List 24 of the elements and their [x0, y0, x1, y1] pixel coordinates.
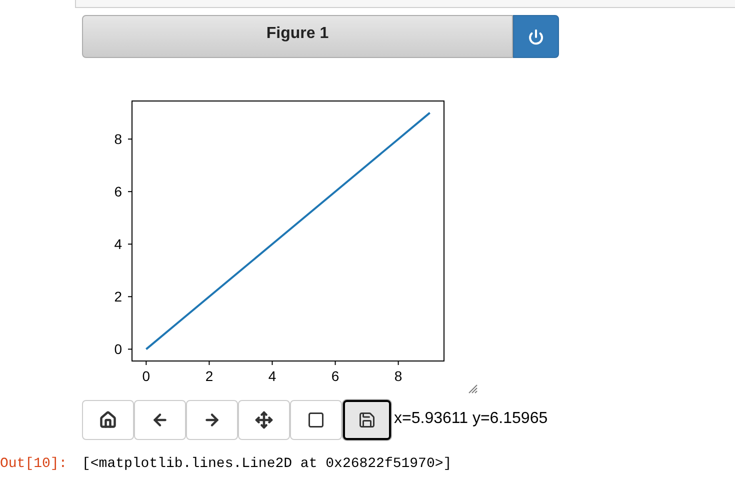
figure-title: Figure 1: [266, 24, 329, 44]
back-icon: [151, 411, 169, 429]
output-prompt: Out[10]:: [0, 455, 68, 474]
forward-icon: [203, 411, 221, 429]
x-tick-label: 0: [142, 368, 150, 384]
cursor-coordinates: x=5.93611 y=6.15965: [394, 409, 548, 429]
save-icon: [358, 411, 376, 429]
square-icon: [307, 411, 325, 429]
y-tick-label: 8: [114, 131, 122, 148]
output-text: [<matplotlib.lines.Line2D at 0x26822f51970>]: [82, 455, 452, 474]
x-tick-label: 4: [268, 368, 276, 384]
power-icon: [528, 28, 544, 44]
x-tick-label: 6: [331, 368, 340, 384]
x-tick-label: 2: [205, 368, 214, 384]
move-icon: [255, 411, 273, 429]
y-tick-label: 2: [114, 288, 122, 305]
y-tick-label: 6: [114, 184, 122, 200]
x-tick-label: 8: [394, 368, 402, 384]
toolbar-button[interactable]: [343, 400, 391, 440]
home-icon: [99, 411, 117, 429]
close-figure-button[interactable]: [513, 15, 559, 58]
resize-handle-icon[interactable]: [468, 384, 478, 394]
y-tick-label: 0: [114, 341, 122, 358]
y-tick-label: 4: [114, 236, 122, 252]
